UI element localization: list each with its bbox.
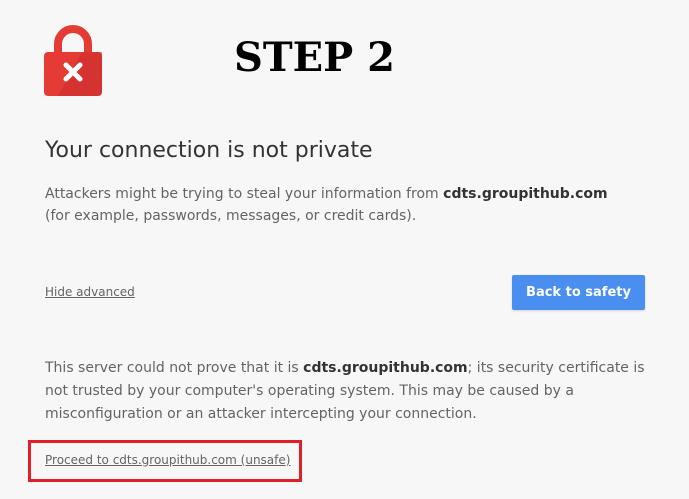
page-title: Your connection is not private xyxy=(45,138,373,163)
intro-domain: cdts.groupithub.com xyxy=(443,186,608,202)
step-label: STEP 2 xyxy=(234,34,395,81)
intro-text-after: (for example, passwords, messages, or cr… xyxy=(45,208,417,224)
proceed-unsafe-link[interactable]: Proceed to cdts.groupithub.com (unsafe) xyxy=(45,453,290,467)
intro-text-before: Attackers might be trying to steal your … xyxy=(45,186,444,202)
lock-error-icon xyxy=(44,25,102,96)
details-domain: cdts.groupithub.com xyxy=(303,360,468,376)
intro-text: Attackers might be trying to steal your … xyxy=(45,183,635,227)
hide-advanced-link[interactable]: Hide advanced xyxy=(45,285,135,299)
details-text-before: This server could not prove that it is xyxy=(45,360,304,376)
back-to-safety-button[interactable]: Back to safety xyxy=(512,275,645,310)
details-text: This server could not prove that it is c… xyxy=(45,357,655,426)
